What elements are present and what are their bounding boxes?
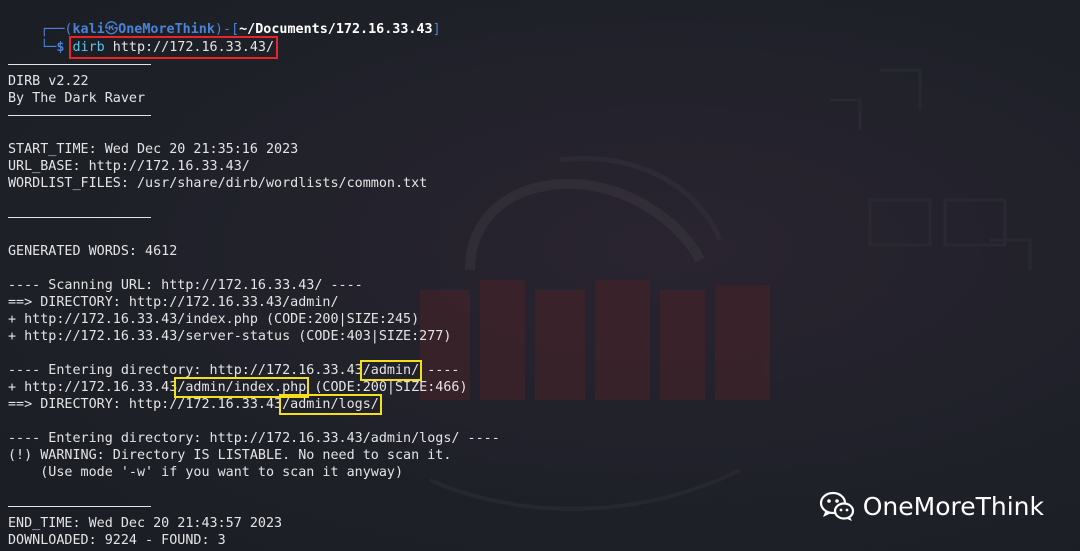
- scan-hit: + http://172.16.33.43/index.php (CODE:20…: [8, 312, 420, 327]
- wechat-icon: [819, 491, 854, 521]
- banner-author: By The Dark Raver: [8, 91, 146, 106]
- prompt-line-2: └─$ dirb http://172.16.33.43/: [8, 22, 279, 59]
- admin-index-prefix: + http://172.16.33.43: [8, 380, 178, 395]
- divider-rule: [8, 498, 151, 515]
- watermark-text: OneMoreThink: [862, 491, 1044, 521]
- entering-admin-suffix: ----: [419, 363, 460, 378]
- start-time: START_TIME: Wed Dec 20 21:35:16 2023: [8, 142, 299, 157]
- admin-index-highlight: /admin/index.php: [174, 377, 310, 398]
- entering-admin-prefix: ---- Entering directory: http://172.16.3…: [8, 363, 363, 378]
- terminal-window[interactable]: ┌──(kali㉿OneMoreThink)-[~/Documents/172.…: [0, 0, 1080, 551]
- directory-found: ==> DIRECTORY: http://172.16.33.43/admin…: [8, 295, 339, 310]
- admin-index-hit: + http://172.16.33.43/admin/index.php (C…: [8, 377, 468, 398]
- command-highlight[interactable]: dirb http://172.16.33.43/: [68, 36, 279, 59]
- admin-path-highlight: /admin/: [359, 360, 423, 381]
- admin-logs-dir: ==> DIRECTORY: http://172.16.33.43/admin…: [8, 394, 382, 415]
- admin-logs-prefix: ==> DIRECTORY: http://172.16.33.43: [8, 397, 283, 412]
- url-base: URL_BASE: http://172.16.33.43/: [8, 159, 250, 174]
- divider-rule: [8, 209, 151, 226]
- banner-name: DIRB v2.22: [8, 74, 89, 89]
- end-time: END_TIME: Wed Dec 20 21:43:57 2023: [8, 516, 283, 531]
- listable-warning: (!) WARNING: Directory IS LISTABLE. No n…: [8, 448, 452, 463]
- prompt-line-1: ┌──(kali㉿OneMoreThink)-[~/Documents/172.…: [8, 4, 440, 37]
- warning-hint: (Use mode '-w' if you want to scan it an…: [8, 465, 404, 480]
- divider-rule: [8, 56, 151, 73]
- generated-words: GENERATED WORDS: 4612: [8, 244, 178, 259]
- scan-header: ---- Scanning URL: http://172.16.33.43/ …: [8, 278, 363, 293]
- admin-index-suffix: (CODE:200|SIZE:466): [306, 380, 468, 395]
- entering-admin: ---- Entering directory: http://172.16.3…: [8, 360, 460, 381]
- admin-logs-highlight: /admin/logs/: [279, 394, 382, 415]
- scan-hit: + http://172.16.33.43/server-status (COD…: [8, 329, 452, 344]
- entering-logs: ---- Entering directory: http://172.16.3…: [8, 431, 500, 446]
- wechat-watermark: OneMoreThink: [819, 488, 1044, 524]
- downloaded-summary: DOWNLOADED: 9224 - FOUND: 3: [8, 533, 226, 548]
- command-name: dirb: [72, 40, 105, 55]
- wordlist-files: WORDLIST_FILES: /usr/share/dirb/wordlist…: [8, 176, 428, 191]
- command-arg: http://172.16.33.43/: [104, 40, 275, 55]
- prompt-close: ]: [432, 22, 441, 37]
- prompt-corner: └─: [40, 40, 57, 55]
- divider-rule: [8, 107, 151, 124]
- prompt-dollar: $: [56, 40, 65, 55]
